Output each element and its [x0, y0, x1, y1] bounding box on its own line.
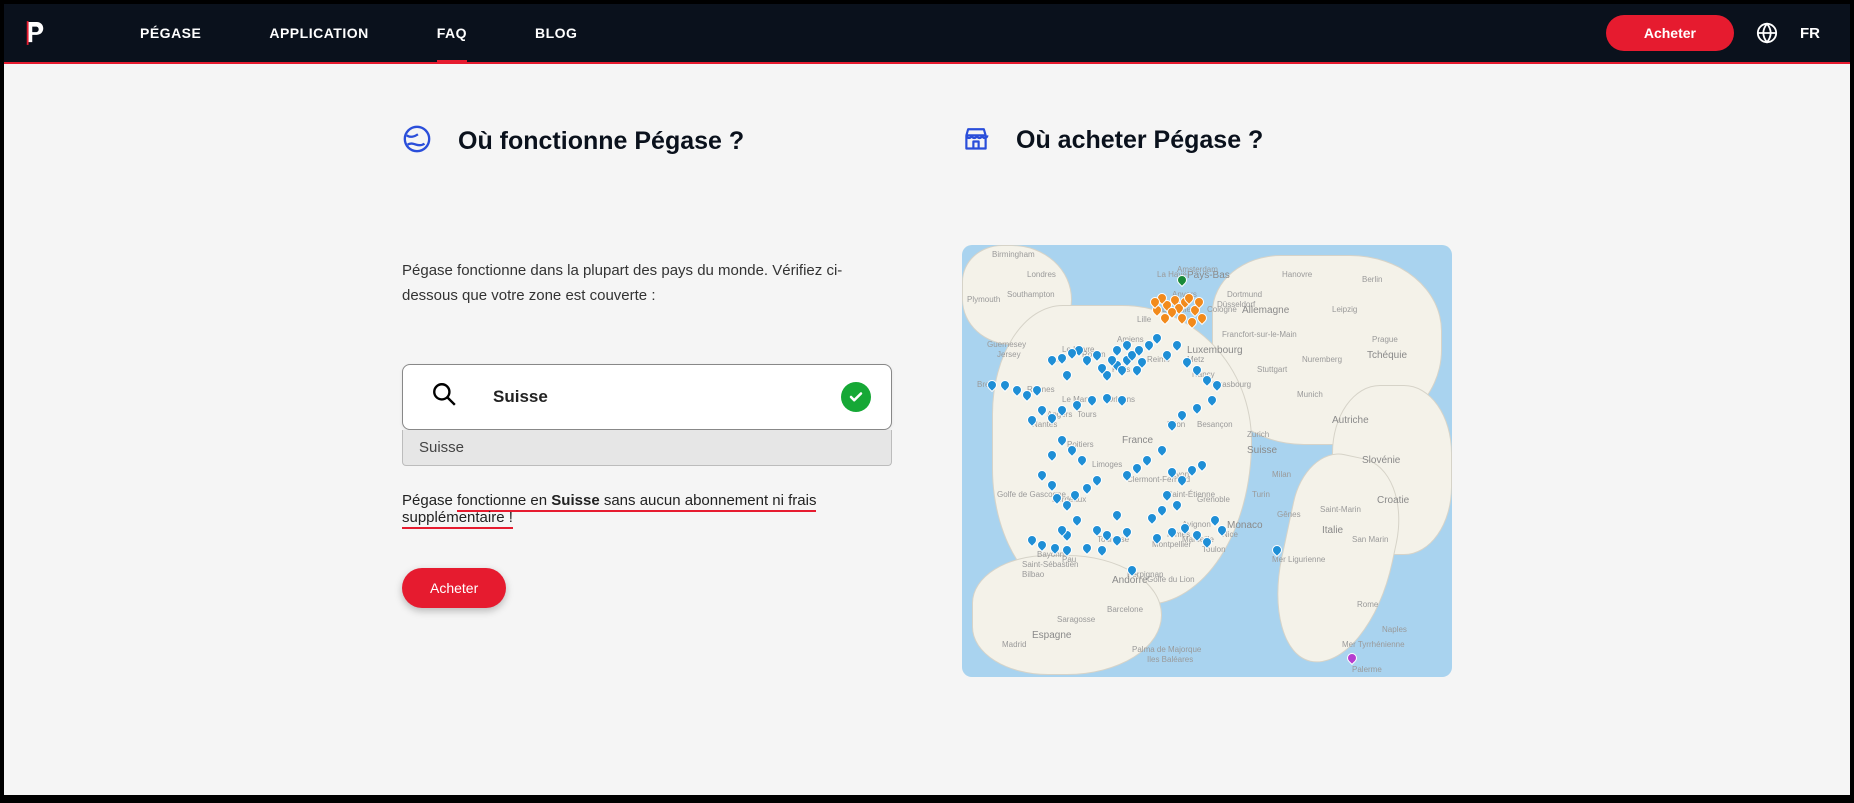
nav-pegase[interactable]: PÉGASE	[106, 5, 235, 61]
top-nav: PÉGASE APPLICATION FAQ BLOG Acheter FR	[4, 4, 1850, 64]
store-map[interactable]: FranceEspagneAndorreItalieSuisseAllemagn…	[962, 245, 1452, 677]
nav-faq[interactable]: FAQ	[403, 5, 501, 61]
language-globe-icon[interactable]	[1756, 22, 1778, 44]
country-dropdown-option[interactable]: Suisse	[402, 430, 892, 466]
where-works-intro: Pégase fonctionne dans la plupart des pa…	[402, 259, 892, 309]
country-search-input[interactable]	[493, 387, 841, 407]
buy-button[interactable]: Acheter	[1606, 15, 1734, 51]
globe-section-icon	[402, 124, 432, 159]
logo[interactable]	[24, 20, 46, 46]
buy-button-secondary[interactable]: Acheter	[402, 568, 506, 608]
coverage-result: Pégase fonctionne en Suisse sans aucun a…	[402, 492, 892, 526]
language-code[interactable]: FR	[1800, 25, 1820, 42]
main-nav: PÉGASE APPLICATION FAQ BLOG	[106, 5, 611, 61]
check-icon	[841, 382, 871, 412]
country-search: Suisse	[402, 364, 892, 430]
nav-application[interactable]: APPLICATION	[235, 5, 402, 61]
search-icon	[431, 381, 457, 412]
store-section-icon	[962, 124, 990, 157]
nav-blog[interactable]: BLOG	[501, 5, 611, 61]
where-works-title: Où fonctionne Pégase ?	[458, 127, 744, 156]
where-buy-title: Où acheter Pégase ?	[1016, 126, 1263, 155]
country-search-box[interactable]	[402, 364, 892, 430]
